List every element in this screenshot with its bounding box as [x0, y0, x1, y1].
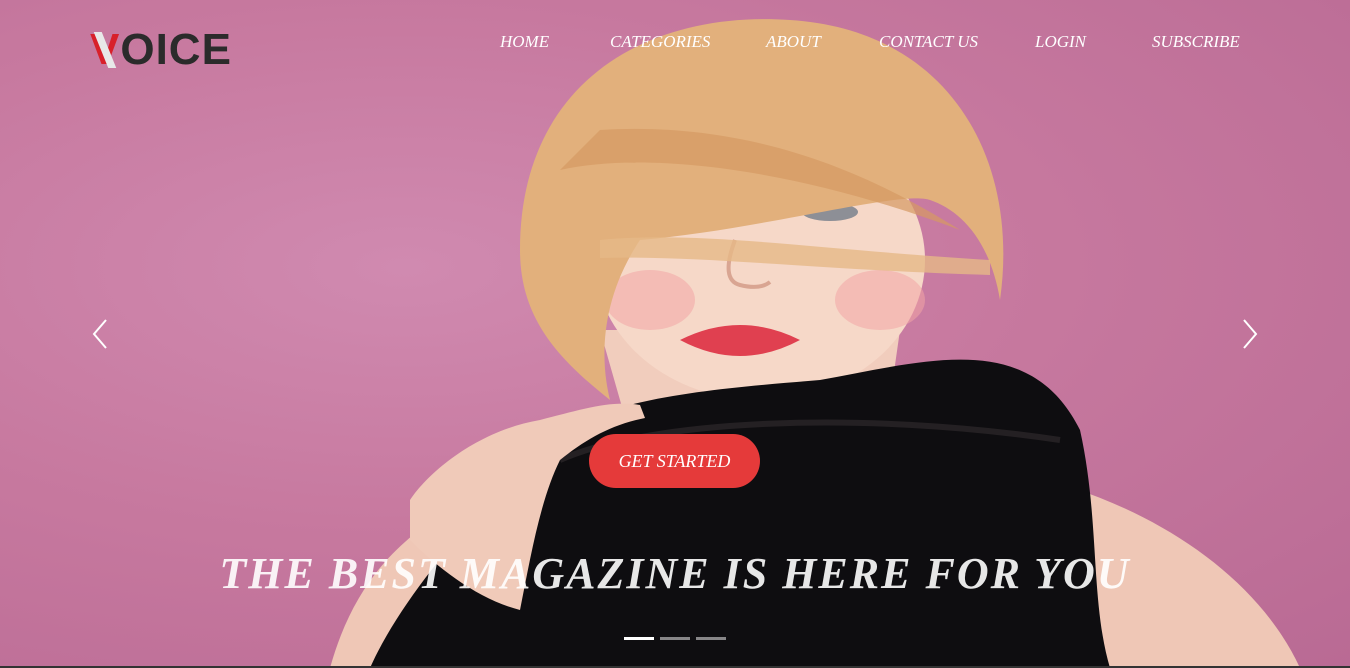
carousel-indicator-2[interactable] [660, 637, 690, 640]
hero-slider: V OICE HOME CATEGORIES ABOUT CONTACT US … [0, 0, 1350, 668]
chevron-right-icon [1243, 319, 1258, 349]
nav-item-categories[interactable]: CATEGORIES [610, 32, 710, 52]
prev-slide-button[interactable] [90, 316, 114, 352]
carousel-indicators [624, 637, 726, 640]
hero-headline: THE BEST MAGAZINE IS HERE FOR YOU [219, 549, 1131, 598]
get-started-button[interactable]: GET STARTED [589, 434, 760, 488]
nav-item-about[interactable]: ABOUT [766, 32, 821, 52]
nav-item-home[interactable]: HOME [500, 32, 549, 52]
nav-item-login[interactable]: LOGIN [1035, 32, 1086, 52]
chevron-left-icon [92, 319, 107, 349]
carousel-indicator-1[interactable] [624, 637, 654, 640]
next-slide-button[interactable] [1236, 316, 1260, 352]
main-nav: HOME CATEGORIES ABOUT CONTACT US LOGIN S… [0, 32, 1350, 54]
carousel-indicator-3[interactable] [696, 637, 726, 640]
nav-item-contact-us[interactable]: CONTACT US [879, 32, 978, 52]
nav-item-subscribe[interactable]: SUBSCRIBE [1152, 32, 1240, 52]
